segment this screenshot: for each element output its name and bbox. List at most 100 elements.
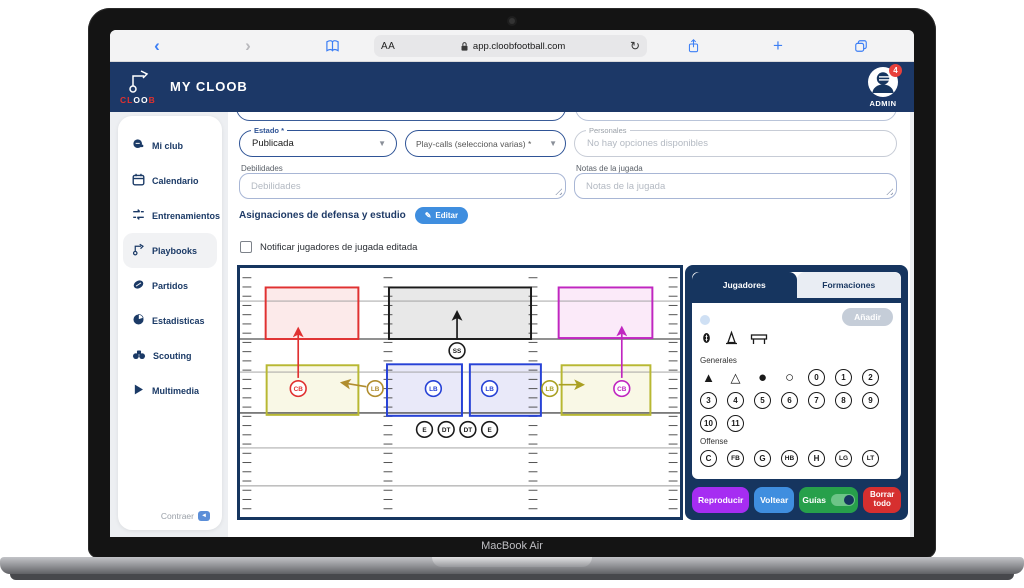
player-marker-e[interactable]: E (482, 422, 498, 438)
general-number-11[interactable]: 11 (727, 415, 744, 432)
playcalls-value: Play-calls (selecciona varias) * (406, 139, 531, 149)
player-marker-dt[interactable]: DT (438, 422, 454, 438)
sidebar-collapse-button[interactable]: Contraer ◄ (161, 511, 210, 521)
offense-position-c[interactable]: C (700, 450, 717, 467)
defense-zone[interactable] (389, 287, 531, 339)
sidebar-item-label: Multimedia (152, 386, 199, 396)
tabs-icon[interactable] (852, 30, 870, 62)
forward-button[interactable]: › (241, 30, 255, 62)
personales-select[interactable]: Personales No hay opciones disponibles (574, 130, 897, 157)
add-button[interactable]: Añadir (842, 308, 893, 326)
defense-zone[interactable] (266, 287, 359, 339)
offense-position-h[interactable]: H (808, 450, 825, 467)
generales-heading: Generales (700, 356, 893, 365)
player-marker-dt[interactable]: DT (460, 422, 476, 438)
general-number-3[interactable]: 3 (700, 392, 717, 409)
clipped-field-left[interactable] (236, 112, 566, 121)
bookmarks-icon[interactable] (323, 30, 341, 62)
offense-position-fb[interactable]: FB (727, 450, 744, 467)
estado-select[interactable]: Estado * Publicada ▼ (239, 130, 397, 157)
guias-switch[interactable] (831, 494, 855, 506)
bench-icon[interactable] (750, 332, 768, 351)
sidebar-item-label: Estadisticas (152, 316, 205, 326)
sidebar-item-entrenamientos[interactable]: Entrenamientos (123, 198, 217, 233)
general-number-4[interactable]: 4 (727, 392, 744, 409)
general-shape-2[interactable]: ● (754, 369, 771, 386)
account-menu[interactable]: 4 ADMIN (860, 67, 906, 108)
general-number-8[interactable]: 8 (835, 392, 852, 409)
editar-button[interactable]: ✎ Editar (415, 207, 468, 224)
football-icon[interactable] (700, 330, 713, 351)
general-number-2[interactable]: 2 (862, 369, 879, 386)
browser-toolbar: ‹ › AA app.cloobfootball.com ↻ + (110, 30, 914, 62)
asignaciones-heading: Asignaciones de defensa y estudio (239, 210, 406, 221)
debilidades-textarea[interactable]: Debilidades (239, 173, 566, 199)
general-shape-3[interactable]: ○ (781, 369, 798, 386)
sidebar-item-partidos[interactable]: Partidos (123, 268, 217, 303)
player-marker-cb[interactable]: CB (290, 381, 306, 397)
sidebar-item-estadisticas[interactable]: Estadisticas (123, 303, 217, 338)
sidebar-item-scouting[interactable]: Scouting (123, 338, 217, 373)
sidebar-item-label: Playbooks (152, 246, 197, 256)
voltear-button[interactable]: Voltear (754, 487, 794, 513)
sidebar-item-calendario[interactable]: Calendario (123, 163, 217, 198)
collapse-label: Contraer (161, 511, 194, 521)
general-number-6[interactable]: 6 (781, 392, 798, 409)
laptop-base-notch (432, 557, 592, 567)
reload-button[interactable]: ↻ (630, 39, 640, 53)
borrar-todo-button[interactable]: Borrar todo (863, 487, 901, 513)
sidebar-item-mi-club[interactable]: Mi club (123, 128, 217, 163)
defense-zone[interactable] (562, 365, 651, 415)
player-marker-cb[interactable]: CB (614, 381, 630, 397)
reader-view-button[interactable]: AA (381, 41, 395, 52)
guias-toggle-button[interactable]: Guías (799, 487, 858, 513)
general-number-0[interactable]: 0 (808, 369, 825, 386)
football-field-canvas[interactable]: CB LB LB LB LB CB SS E DT DT E (237, 265, 683, 520)
general-number-7[interactable]: 7 (808, 392, 825, 409)
svg-text:E: E (422, 427, 426, 434)
player-marker-lb[interactable]: LB (542, 381, 558, 397)
notify-label: Notificar jugadores de jugada editada (260, 242, 417, 253)
clipped-field-right[interactable] (575, 112, 897, 121)
cone-icon[interactable] (724, 330, 739, 351)
general-shape-1[interactable]: △ (727, 369, 744, 386)
sidebar-item-playbooks[interactable]: Playbooks (123, 233, 217, 268)
notification-badge: 4 (889, 64, 902, 77)
svg-text:LB: LB (371, 386, 380, 393)
back-button[interactable]: ‹ (150, 30, 164, 62)
new-tab-button[interactable]: + (770, 30, 786, 62)
general-number-5[interactable]: 5 (754, 392, 771, 409)
sidebar-item-label: Mi club (152, 141, 183, 151)
defense-zone[interactable] (267, 365, 359, 415)
offense-position-lt[interactable]: LT (862, 450, 879, 467)
defense-zone[interactable] (559, 287, 653, 338)
player-marker-lb[interactable]: LB (482, 381, 498, 397)
tab-jugadores[interactable]: Jugadores (692, 272, 797, 298)
player-marker-e[interactable]: E (417, 422, 433, 438)
tab-formaciones[interactable]: Formaciones (797, 272, 902, 298)
notas-textarea[interactable]: Notas de la jugada (574, 173, 897, 199)
notas-label: Notas de la jugada (576, 164, 643, 173)
general-number-10[interactable]: 10 (700, 415, 717, 432)
offense-position-lg[interactable]: LG (835, 450, 852, 467)
player-marker-lb[interactable]: LB (367, 381, 383, 397)
general-number-9[interactable]: 9 (862, 392, 879, 409)
url-text: app.cloobfootball.com (395, 41, 630, 52)
admin-label: ADMIN (860, 99, 906, 108)
player-marker-lb[interactable]: LB (425, 381, 441, 397)
playcalls-select[interactable]: Play-calls (selecciona varias) * ▼ (405, 130, 566, 157)
avatar[interactable]: 4 (868, 67, 898, 97)
cloob-logo[interactable]: CLOOB (120, 68, 166, 106)
general-number-1[interactable]: 1 (835, 369, 852, 386)
address-bar[interactable]: AA app.cloobfootball.com ↻ (374, 35, 647, 57)
share-icon[interactable] (684, 30, 702, 62)
offense-position-g[interactable]: G (754, 450, 771, 467)
general-shape-0[interactable]: ▲ (700, 369, 717, 386)
sidebar: Mi club CalendarioEntrenamientos Playbooks… (118, 116, 222, 530)
estado-label: Estado * (251, 126, 287, 135)
offense-position-hb[interactable]: HB (781, 450, 798, 467)
sidebar-item-multimedia[interactable]: Multimedia (123, 373, 217, 408)
player-marker-ss[interactable]: SS (449, 343, 465, 359)
notify-checkbox[interactable] (240, 241, 252, 253)
reproducir-button[interactable]: Reproducir (692, 487, 749, 513)
